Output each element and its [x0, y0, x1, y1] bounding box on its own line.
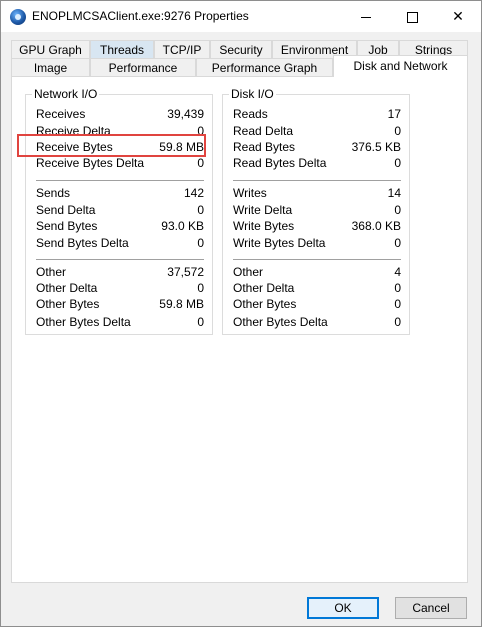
- title-bar[interactable]: ENOPLMCSAClient.exe:9276 Properties ✕: [1, 1, 481, 32]
- read-delta-label: Read Delta: [233, 124, 294, 138]
- send-bytes-value: 93.0 KB: [161, 219, 204, 233]
- receives-value: 39,439: [167, 107, 204, 121]
- writes-label: Writes: [233, 186, 267, 200]
- other-value: 37,572: [167, 265, 204, 279]
- other-label: Other: [36, 265, 67, 279]
- close-button[interactable]: ✕: [435, 1, 481, 32]
- receives-row: Receives 39,439: [26, 107, 212, 122]
- tab-gpu-graph[interactable]: GPU Graph: [11, 40, 90, 58]
- tab-security[interactable]: Security: [210, 40, 272, 58]
- read-bytes-delta-value: 0: [394, 156, 401, 170]
- cancel-button[interactable]: Cancel: [395, 597, 467, 619]
- tab-performance-graph[interactable]: Performance Graph: [196, 58, 333, 76]
- other-delta-label: Other Delta: [36, 281, 98, 295]
- disk-other-value: 4: [394, 265, 401, 279]
- minimize-icon: [361, 16, 371, 18]
- write-delta-value: 0: [394, 203, 401, 217]
- reads-value: 17: [387, 107, 401, 121]
- write-bytes-delta-row: Write Bytes Delta 0: [223, 236, 409, 251]
- disk-other-bytes-delta-value: 0: [394, 315, 401, 329]
- maximize-button[interactable]: [389, 1, 435, 32]
- writes-row: Writes 14: [223, 186, 409, 201]
- write-bytes-delta-value: 0: [394, 236, 401, 250]
- read-delta-value: 0: [394, 124, 401, 138]
- receive-bytes-delta-row: Receive Bytes Delta 0: [26, 156, 212, 171]
- process-hacker-icon: [10, 9, 26, 25]
- send-bytes-delta-label: Send Bytes Delta: [36, 236, 129, 250]
- disk-other-bytes-delta-label: Other Bytes Delta: [233, 315, 328, 329]
- reads-label: Reads: [233, 107, 268, 121]
- send-bytes-row: Send Bytes 93.0 KB: [26, 219, 212, 234]
- send-bytes-label: Send Bytes: [36, 219, 98, 233]
- sends-label: Sends: [36, 186, 71, 200]
- maximize-icon: [406, 11, 418, 23]
- read-delta-row: Read Delta 0: [223, 124, 409, 139]
- disk-other-delta-value: 0: [394, 281, 401, 295]
- other-bytes-row: Other Bytes 59.8 MB: [26, 297, 212, 312]
- disk-other-label: Other: [233, 265, 264, 279]
- receive-bytes-highlight-box: [17, 134, 206, 157]
- window-title: ENOPLMCSAClient.exe:9276 Properties: [32, 9, 249, 23]
- write-bytes-value: 368.0 KB: [351, 219, 401, 233]
- disk-other-bytes-delta-row: Other Bytes Delta 0: [223, 315, 409, 330]
- other-delta-row: Other Delta 0: [26, 281, 212, 296]
- tab-image[interactable]: Image: [11, 58, 90, 76]
- disk-io-title: Disk I/O: [229, 87, 276, 101]
- send-bytes-delta-row: Send Bytes Delta 0: [26, 236, 212, 251]
- sends-value: 142: [183, 186, 204, 200]
- separator: [233, 180, 401, 181]
- send-delta-label: Send Delta: [36, 203, 96, 217]
- tab-tcp-ip[interactable]: TCP/IP: [154, 40, 210, 58]
- separator: [233, 259, 401, 260]
- send-bytes-delta-value: 0: [197, 236, 204, 250]
- disk-other-bytes-label: Other Bytes: [233, 297, 297, 311]
- disk-other-delta-row: Other Delta 0: [223, 281, 409, 296]
- other-bytes-delta-row: Other Bytes Delta 0: [26, 315, 212, 330]
- tab-threads[interactable]: Threads: [90, 40, 154, 58]
- tab-disk-and-network[interactable]: Disk and Network: [333, 55, 468, 77]
- other-bytes-label: Other Bytes: [36, 297, 100, 311]
- writes-value: 14: [387, 186, 401, 200]
- network-io-title: Network I/O: [32, 87, 100, 101]
- disk-other-row: Other 4: [223, 265, 409, 280]
- sends-row: Sends 142: [26, 186, 212, 201]
- read-bytes-delta-label: Read Bytes Delta: [233, 156, 327, 170]
- disk-other-bytes-value: 0: [394, 297, 401, 311]
- other-row: Other 37,572: [26, 265, 212, 280]
- receive-bytes-delta-value: 0: [197, 156, 204, 170]
- disk-other-bytes-row: Other Bytes 0: [223, 297, 409, 312]
- send-delta-row: Send Delta 0: [26, 203, 212, 218]
- disk-io-group: Disk I/O Reads 17 Read Delta 0 Read Bytes 3…: [222, 87, 410, 335]
- receives-label: Receives: [36, 107, 86, 121]
- read-bytes-delta-row: Read Bytes Delta 0: [223, 156, 409, 171]
- read-bytes-row: Read Bytes 376.5 KB: [223, 140, 409, 155]
- separator: [36, 180, 204, 181]
- minimize-button[interactable]: [343, 1, 389, 32]
- close-icon: ✕: [452, 8, 464, 24]
- other-bytes-delta-value: 0: [197, 315, 204, 329]
- write-bytes-delta-label: Write Bytes Delta: [233, 236, 326, 250]
- network-io-group: Network I/O Receives 39,439 Receive Delta…: [25, 87, 213, 335]
- disk-other-delta-label: Other Delta: [233, 281, 295, 295]
- write-bytes-label: Write Bytes: [233, 219, 295, 233]
- separator: [36, 259, 204, 260]
- reads-row: Reads 17: [223, 107, 409, 122]
- write-bytes-row: Write Bytes 368.0 KB: [223, 219, 409, 234]
- read-bytes-value: 376.5 KB: [351, 140, 401, 154]
- read-bytes-label: Read Bytes: [233, 140, 296, 154]
- receive-bytes-delta-label: Receive Bytes Delta: [36, 156, 145, 170]
- other-bytes-delta-label: Other Bytes Delta: [36, 315, 131, 329]
- other-bytes-value: 59.8 MB: [159, 297, 204, 311]
- tab-performance[interactable]: Performance: [90, 58, 196, 76]
- write-delta-label: Write Delta: [233, 203, 293, 217]
- write-delta-row: Write Delta 0: [223, 203, 409, 218]
- properties-window: ENOPLMCSAClient.exe:9276 Properties ✕ GP…: [0, 0, 482, 627]
- send-delta-value: 0: [197, 203, 204, 217]
- other-delta-value: 0: [197, 281, 204, 295]
- ok-button[interactable]: OK: [307, 597, 379, 619]
